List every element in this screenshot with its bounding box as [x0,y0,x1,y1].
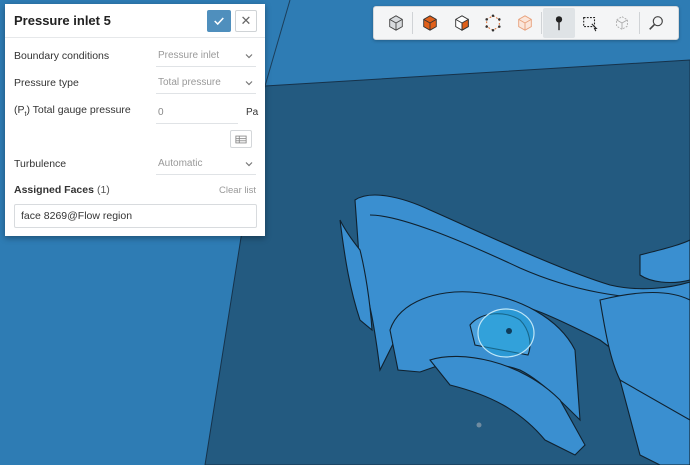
confirm-button[interactable] [207,9,231,32]
table-icon [235,135,247,143]
assigned-faces-title: Assigned Faces (1) [14,184,219,196]
point-select-icon[interactable] [543,8,575,38]
close-button[interactable]: ✕ [235,9,257,32]
chevron-down-icon [245,80,253,85]
label-prefix: (P [14,104,25,116]
boundary-conditions-value: Pressure inlet [158,50,220,61]
pressure-unit: Pa [246,107,259,118]
cube-default-icon[interactable] [380,8,411,38]
boundary-conditions-select[interactable]: Pressure inlet [156,45,256,67]
table-input-button[interactable] [230,130,252,148]
box-select-faded-icon[interactable] [606,8,637,38]
assigned-faces-label: Assigned Faces [14,184,94,196]
toolbar-separator [412,12,414,34]
turbulence-row: Turbulence Automatic [14,153,256,175]
total-gauge-pressure-input[interactable]: 0 [156,102,238,124]
cube-points-icon[interactable] [477,8,508,38]
search-face-icon[interactable] [641,8,672,38]
clear-list-link[interactable]: Clear list [219,185,256,196]
label-suffix: ) Total gauge pressure [26,104,131,116]
toolbar-separator [638,12,640,34]
cube-transparent-icon[interactable] [509,8,540,38]
close-icon: ✕ [240,12,252,28]
box-select-icon[interactable] [575,8,606,38]
turbulence-label: Turbulence [14,158,67,170]
list-item[interactable]: face 8269@Flow region [21,210,132,222]
boundary-conditions-row: Boundary conditions Pressure inlet [14,45,256,67]
total-gauge-pressure-row: (Pt) Total gauge pressure 0 Pa [14,102,259,124]
check-icon [214,16,224,25]
chevron-down-icon [245,161,253,166]
boundary-conditions-label: Boundary conditions [14,50,110,62]
pressure-type-value: Total pressure [158,77,221,88]
pressure-type-select[interactable]: Total pressure [156,72,256,94]
turbulence-value: Automatic [158,158,203,169]
cube-solid-orange-icon[interactable] [414,8,445,38]
assigned-faces-count: (1) [96,184,110,196]
toolbar-separator [541,12,543,34]
chevron-down-icon [245,53,253,58]
panel-title: Pressure inlet 5 [14,13,111,28]
panel-header: Pressure inlet 5 ✕ [5,4,265,38]
assigned-faces-list[interactable]: face 8269@Flow region [14,204,257,228]
pressure-type-row: Pressure type Total pressure [14,72,256,94]
total-gauge-pressure-label: (Pt) Total gauge pressure [14,102,156,118]
cube-split-icon[interactable] [446,8,477,38]
turbulence-select[interactable]: Automatic [156,153,256,175]
assigned-faces-header: Assigned Faces (1) Clear list [14,184,256,196]
view-toolbar [373,6,679,40]
pressure-type-label: Pressure type [14,77,79,89]
boundary-condition-panel: Pressure inlet 5 ✕ Boundary conditions P… [5,4,265,236]
